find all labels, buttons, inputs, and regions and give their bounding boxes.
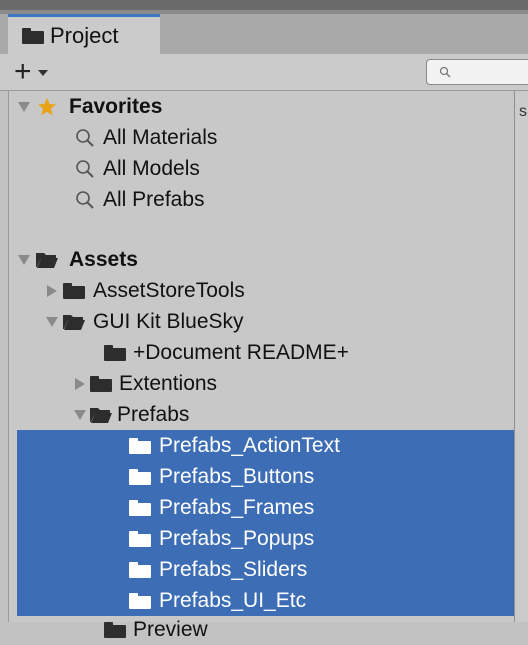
- folder-icon: [129, 561, 151, 578]
- search-icon: [76, 190, 94, 209]
- folder-icon: [22, 27, 44, 44]
- tree-item-prefabs-buttons[interactable]: Prefabs_Buttons: [17, 461, 523, 492]
- tree-item-label: Assets: [69, 247, 138, 271]
- window-top-strip: [0, 0, 528, 14]
- search-icon: [76, 159, 94, 178]
- tree-item-label: Prefabs_Popups: [159, 526, 315, 550]
- tree-item-label: GUI Kit BlueSky: [93, 309, 244, 333]
- expand-arrow-down-icon[interactable]: [74, 409, 86, 420]
- tree-item-favorites[interactable]: Favorites: [17, 91, 523, 122]
- search-icon: [76, 128, 94, 147]
- tree-item-extentions[interactable]: Extentions: [17, 368, 523, 399]
- folder-open-icon: [63, 314, 85, 330]
- folder-open-icon: [36, 252, 58, 268]
- tree-item-label: Prefabs_ActionText: [159, 433, 340, 457]
- tab-project-label: Project: [50, 22, 119, 48]
- folder-icon: [63, 282, 85, 299]
- search-icon: [439, 66, 451, 78]
- folder-open-icon: [90, 407, 112, 423]
- tree-item-prefabs-popups[interactable]: Prefabs_Popups: [17, 523, 523, 554]
- tree-item-prefabs-sliders[interactable]: Prefabs_Sliders: [17, 554, 523, 585]
- tree-item-label: Prefabs_UI_Etc: [159, 588, 307, 612]
- tree-item-all-models[interactable]: All Models: [17, 153, 523, 184]
- tree-item-document-readme[interactable]: +Document README+: [17, 337, 523, 368]
- clipped-text: s: [519, 103, 527, 120]
- tree-item-label: All Materials: [103, 125, 218, 149]
- tree-item-all-materials[interactable]: All Materials: [17, 122, 523, 153]
- project-toolbar: +: [0, 54, 528, 91]
- plus-icon: +: [14, 55, 32, 88]
- chevron-down-icon: [37, 70, 48, 76]
- folder-icon: [129, 499, 151, 516]
- folder-icon: [129, 437, 151, 454]
- folder-icon: [104, 621, 126, 638]
- folder-icon: [129, 530, 151, 547]
- tree-item-label: Prefabs_Sliders: [159, 557, 308, 581]
- tree-item-gui-kit-bluesky[interactable]: GUI Kit BlueSky: [17, 306, 523, 337]
- tree-item-all-prefabs[interactable]: All Prefabs: [17, 184, 523, 215]
- tree-item-preview[interactable]: Preview: [17, 614, 523, 645]
- tree-item-label: All Prefabs: [103, 187, 205, 211]
- tree-item-label: Extentions: [119, 371, 218, 395]
- tree-item-label: Preview: [133, 617, 208, 641]
- expand-arrow-right-icon[interactable]: [47, 284, 57, 297]
- tree-item-assets[interactable]: Assets: [17, 244, 523, 275]
- expand-arrow-down-icon[interactable]: [46, 316, 58, 327]
- tree-item-prefabs-ui-etc[interactable]: Prefabs_UI_Etc: [17, 585, 523, 616]
- folder-icon: [129, 592, 151, 609]
- tab-project[interactable]: Project: [8, 14, 160, 54]
- folder-icon: [104, 344, 126, 361]
- tree-item-label: Favorites: [69, 94, 163, 118]
- assets-content-panel: s: [514, 91, 528, 622]
- tree-item-assetstoretools[interactable]: AssetStoreTools: [17, 275, 523, 306]
- tree-item-prefabs[interactable]: Prefabs: [17, 399, 523, 430]
- expand-arrow-down-icon[interactable]: [18, 254, 30, 265]
- star-icon: [38, 97, 56, 115]
- tree-item-label: +Document README+: [133, 340, 349, 364]
- create-dropdown-button[interactable]: +: [14, 55, 68, 88]
- tree-item-prefabs-frames[interactable]: Prefabs_Frames: [17, 492, 523, 523]
- folder-icon: [129, 468, 151, 485]
- expand-arrow-down-icon[interactable]: [18, 101, 30, 112]
- tree-item-label: Prefabs_Frames: [159, 495, 315, 519]
- tree-item-prefabs-actiontext[interactable]: Prefabs_ActionText: [17, 430, 523, 461]
- tab-bar: Project: [0, 14, 528, 54]
- tree-item-label: Prefabs: [117, 402, 190, 426]
- tree-item-label: AssetStoreTools: [93, 278, 245, 302]
- project-tree-panel: Favorites All Materials All Models All P…: [8, 91, 523, 641]
- expand-arrow-right-icon[interactable]: [75, 377, 85, 390]
- search-input[interactable]: [426, 59, 528, 85]
- tree-item-label: Prefabs_Buttons: [159, 464, 315, 488]
- tree-item-label: All Models: [103, 156, 200, 180]
- folder-icon: [90, 375, 112, 392]
